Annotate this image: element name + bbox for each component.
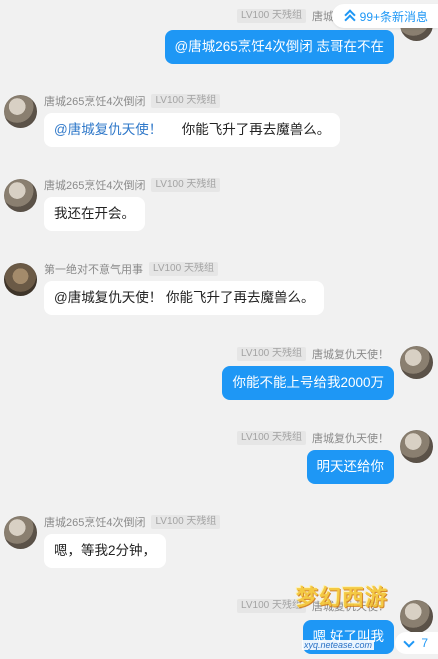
sender-name[interactable]: 唐城复仇天使！ — [312, 598, 389, 614]
sender-name[interactable]: 唐城265烹饪4次倒闭 — [44, 93, 145, 109]
level-badge: LV100 天残组 — [237, 599, 306, 613]
level-badge: LV100 天残组 — [151, 178, 221, 192]
unread-jump-button[interactable]: 7 — [395, 632, 438, 654]
chevron-down-icon — [403, 638, 415, 648]
message-bubble[interactable]: 嗯 好了叫我 — [302, 620, 394, 654]
mention-link[interactable]: @唐城复仇天使！ — [54, 122, 162, 137]
message-bubble[interactable]: 明天还给你 — [306, 450, 394, 484]
message-row: 第一绝对不意气用事 LV100 天残组 @唐城复仇天使！ 你能飞升了再去魔兽么。 — [0, 261, 438, 321]
message-row: LV100 天残组 唐城复仇天使！ 明天还给你 — [0, 430, 438, 490]
avatar[interactable] — [400, 600, 433, 633]
message-row: 唐城265烹饪4次倒闭 LV100 天残组 @唐城复仇天使！ 你能飞升了再去魔兽… — [0, 93, 438, 153]
message-bubble[interactable]: 嗯，等我2分钟， — [44, 534, 167, 568]
message-text: 嗯，等我2分钟， — [54, 543, 157, 558]
message-row: 唐城265烹饪4次倒闭 LV100 天残组 嗯，等我2分钟， — [0, 514, 438, 574]
sender-name[interactable]: 唐城265烹饪4次倒闭 — [44, 177, 145, 193]
level-badge: LV100 天残组 — [149, 262, 218, 276]
avatar[interactable] — [4, 179, 37, 212]
message-text: 你能不能上号给我2000万 — [232, 375, 384, 390]
message-bubble[interactable]: @唐城265烹饪4次倒闭 志哥在不在 — [164, 30, 394, 64]
message-meta: 唐城265烹饪4次倒闭 LV100 天残组 — [44, 514, 221, 530]
new-messages-label: 99+条新消息 — [359, 9, 428, 24]
message-text: 明天还给你 — [316, 459, 385, 474]
sender-name[interactable]: 唐城复仇天使！ — [312, 430, 389, 446]
avatar[interactable] — [400, 346, 433, 379]
new-messages-button[interactable]: 99+条新消息 — [331, 4, 438, 28]
level-badge: LV100 天残组 — [237, 347, 306, 361]
message-bubble[interactable]: 我还在开会。 — [44, 197, 145, 231]
level-badge: LV100 天残组 — [151, 94, 221, 108]
level-badge: LV100 天残组 — [151, 515, 221, 529]
avatar[interactable] — [400, 430, 433, 463]
double-chevron-up-icon — [344, 9, 356, 23]
message-text: 你能飞升了再去魔兽么。 — [181, 122, 331, 137]
message-bubble[interactable]: @唐城复仇天使！ 你能飞升了再去魔兽么。 — [44, 281, 325, 315]
message-row: 唐城265烹饪4次倒闭 LV100 天残组 我还在开会。 — [0, 177, 438, 237]
message-text: 嗯 好了叫我 — [312, 629, 384, 644]
message-meta: LV100 天残组 唐城复仇天使！ — [237, 430, 389, 446]
sender-name[interactable]: 第一绝对不意气用事 — [44, 261, 143, 277]
message-text: 我还在开会。 — [54, 206, 135, 221]
message-bubble[interactable]: @唐城复仇天使！ 你能飞升了再去魔兽么。 — [44, 113, 341, 147]
message-text: @唐城265烹饪4次倒闭 志哥在不在 — [174, 39, 385, 54]
message-text: @唐城复仇天使！ 你能飞升了再去魔兽么。 — [54, 290, 315, 305]
message-row: LV100 天残组 唐城复仇天使！ 你能不能上号给我2000万 — [0, 346, 438, 406]
message-meta: 第一绝对不意气用事 LV100 天残组 — [44, 261, 218, 277]
sender-name[interactable]: 唐城复仇天使！ — [312, 346, 389, 362]
sender-name[interactable]: 唐城265烹饪4次倒闭 — [44, 514, 145, 530]
message-meta: 唐城265烹饪4次倒闭 LV100 天残组 — [44, 177, 221, 193]
avatar[interactable] — [4, 263, 37, 296]
message-meta: LV100 天残组 唐城复仇天使！ — [237, 598, 389, 614]
level-badge: LV100 天残组 — [237, 431, 306, 445]
message-row: LV100 天残组 唐城复仇天使！ 嗯 好了叫我 — [0, 598, 438, 658]
avatar[interactable] — [4, 516, 37, 549]
level-badge: LV100 天残组 — [237, 9, 306, 23]
message-meta: 唐城265烹饪4次倒闭 LV100 天残组 — [44, 93, 221, 109]
message-bubble[interactable]: 你能不能上号给我2000万 — [222, 366, 394, 400]
message-meta: LV100 天残组 唐城复仇天使！ — [237, 346, 389, 362]
unread-count: 7 — [421, 636, 428, 650]
avatar[interactable] — [4, 95, 37, 128]
